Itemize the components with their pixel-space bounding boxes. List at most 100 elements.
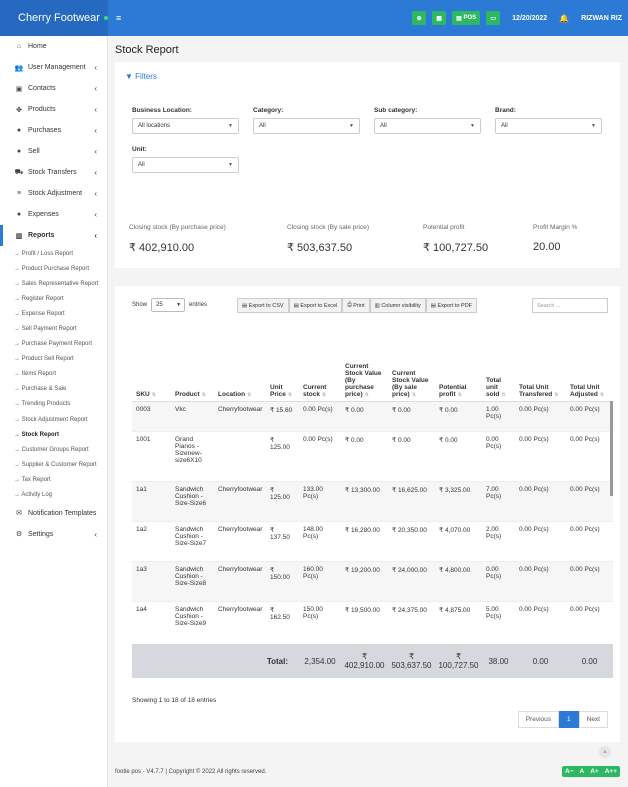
column-header-product[interactable]: Product ⇅: [171, 330, 214, 402]
sidebar-item-contacts[interactable]: ▣ Contacts ‹: [0, 78, 107, 99]
table-cell-total-unit-sold: 7.00 Pc(s): [482, 480, 515, 521]
sidebar-subitem-profit-loss-report[interactable]: → Profit / Loss Report: [0, 246, 107, 261]
sidebar-subitem-product-purchase-report[interactable]: → Product Purchase Report: [0, 261, 107, 276]
sidebar-subitem-stock-adjustment-report[interactable]: → Stock Adjustment Report: [0, 412, 107, 427]
pagination-page-1[interactable]: 1: [559, 711, 579, 728]
user-management-icon: 👥: [14, 64, 24, 72]
table-cell-location: [214, 430, 266, 481]
table-cell-total-unit-adjusted: 0.00 Pc(s): [566, 600, 613, 641]
search-input[interactable]: Search ...: [532, 298, 608, 313]
sidebar-subitem-sell-payment-report[interactable]: → Sell Payment Report: [0, 321, 107, 336]
subcategory-select[interactable]: All ▼: [374, 118, 481, 134]
sidebar-item-label: Sell: [28, 148, 40, 155]
entries-select[interactable]: 25 ▼: [151, 298, 186, 312]
column-header-label: Current Stock Value (By purchase price): [345, 362, 382, 398]
sidebar-item-reports[interactable]: ▥ Reports ‹: [0, 225, 107, 246]
sidebar-item-sell[interactable]: ● Sell ‹: [0, 141, 107, 162]
pagination-next[interactable]: Next: [578, 711, 608, 728]
sidebar-item-user-management[interactable]: 👥 User Management ‹: [0, 57, 107, 78]
sidebar-subitem-items-report[interactable]: → Items Report: [0, 367, 107, 382]
table-scroll-area[interactable]: SKU ⇅ Product ⇅ Location ⇅ Unit Price ⇅ Current …: [132, 330, 613, 644]
column-header-total-unit-adjusted[interactable]: Total Unit Adjusted ⇅: [566, 330, 613, 402]
font-increase-more-button[interactable]: A++: [602, 766, 620, 777]
sidebar-main-items: ⌂ Home 👥 User Management ‹ ▣ Contacts ‹ ✤ Product…: [0, 36, 107, 246]
entries-value: 25: [156, 302, 163, 308]
show-label: Show: [132, 302, 148, 308]
sidebar-subitem-expense-report[interactable]: → Expense Report: [0, 306, 107, 321]
font-increase-button[interactable]: A+: [587, 766, 602, 777]
sidebar-item-label: Notification Templates: [28, 509, 97, 517]
font-size-controls: A− A A+ A++: [562, 766, 620, 777]
bell-icon[interactable]: 🔔: [559, 14, 569, 23]
print-button[interactable]: ⎙ Print: [342, 298, 370, 313]
sidebar-subitem-tax-report[interactable]: → Tax Report: [0, 472, 107, 487]
stock-transfers-icon: ⛟: [14, 169, 24, 176]
sidebar-subitem-supplier-customer-report[interactable]: → Supplier & Customer Report: [0, 457, 107, 472]
unit-select[interactable]: All ▼: [132, 157, 239, 173]
sidebar-item-expenses[interactable]: ● Expenses ‹: [0, 204, 107, 225]
category-select[interactable]: All ▼: [253, 118, 360, 134]
quick-add-button[interactable]: ⊕: [412, 11, 427, 25]
table-row: 1a1 Sandwich Cushion - Size-Size6 Cherryfo…: [132, 480, 613, 521]
sidebar-item-home[interactable]: ⌂ Home: [0, 36, 107, 57]
location-select[interactable]: All locations ▼: [132, 118, 239, 134]
chevron-down-icon: ▼: [470, 123, 475, 129]
table-cell-current-stock-value-by-sale-price: ₹ 20,350.00: [388, 520, 435, 561]
column-header-current-stock-value-by-sale-price[interactable]: Current Stock Value (By sale price) ⇅: [388, 330, 435, 402]
export-pdf-button[interactable]: ▤ Export to PDF: [425, 298, 478, 313]
table-cell-potential-profit: ₹ 3,325.00: [435, 480, 482, 521]
table-cell-sku: 0003: [132, 400, 171, 431]
column-header-potential-profit[interactable]: Potential profit ⇅: [435, 330, 482, 402]
sort-icon: ⇅: [151, 391, 156, 398]
sidebar-item-notification-templates[interactable]: ✉ Notification Templates: [0, 503, 107, 524]
column-header-current-stock[interactable]: Current stock ⇅: [299, 330, 341, 402]
column-header-total-unit-transfered[interactable]: Total Unit Transfered ⇅: [515, 330, 566, 402]
font-reset-button[interactable]: A: [577, 766, 588, 777]
column-header-current-stock-value-by-purchase-price[interactable]: Current Stock Value (By purchase price) ⇅: [341, 330, 388, 402]
menu-toggle-icon[interactable]: ≡: [116, 13, 121, 23]
sidebar-subitem-activity-log[interactable]: → Activity Log: [0, 488, 107, 503]
sidebar-subitem-purchase-sale[interactable]: → Purchase & Sale: [0, 382, 107, 397]
sidebar-subitem-register-report[interactable]: → Register Report: [0, 291, 107, 306]
sidebar-item-settings[interactable]: ⚙ Settings ‹: [0, 524, 107, 545]
calculator-button[interactable]: ▦: [432, 11, 447, 25]
column-header-location[interactable]: Location ⇅: [214, 330, 266, 402]
sidebar-item-purchases[interactable]: ● Purchases ‹: [0, 120, 107, 141]
notification-templates-icon: ✉: [16, 510, 22, 518]
filter-location: Business Location: All locations ▼: [132, 107, 239, 134]
sidebar: ⌂ Home 👥 User Management ‹ ▣ Contacts ‹ ✤ Product…: [0, 36, 108, 787]
table-scrollbar[interactable]: [610, 401, 613, 496]
sidebar-item-products[interactable]: ✤ Products ‹: [0, 99, 107, 120]
brand-logo[interactable]: Cherry Footwear: [0, 0, 108, 36]
sidebar-subitem-purchase-payment-report[interactable]: → Purchase Payment Report: [0, 337, 107, 352]
sidebar-item-stock-adjustment[interactable]: ≡ Stock Adjustment ‹: [0, 183, 107, 204]
sort-icon: ⇅: [247, 391, 252, 398]
sidebar-item-stock-transfers[interactable]: ⛟ Stock Transfers ‹: [0, 162, 107, 183]
pagination-previous[interactable]: Previous: [517, 711, 559, 728]
column-header-sku[interactable]: SKU ⇅: [132, 330, 171, 402]
pos-button[interactable]: ▤ POS: [452, 11, 481, 25]
table-row: 1a3 Sandwich Cushion - Size-Size8 Cherryfo…: [132, 560, 613, 601]
table-cell-sku: 1a3: [132, 560, 171, 601]
column-header-unit-price[interactable]: Unit Price ⇅: [266, 330, 299, 402]
filter-icon: ▼: [125, 72, 133, 81]
user-menu[interactable]: RIZWAN RIZ: [581, 15, 622, 22]
table-cell-total-unit-sold: 1.00 Pc(s): [482, 400, 515, 431]
settings-icon: ⚙: [15, 531, 23, 539]
footer-copyright: footie pos - V4.7.7 | Copyright © 2022 A…: [115, 769, 267, 775]
today-profit-button[interactable]: ▭: [486, 11, 501, 25]
column-header-total-unit-sold[interactable]: Total unit sold ⇅: [482, 330, 515, 402]
sidebar-subitem-sales-representative-report[interactable]: → Sales Representative Report: [0, 276, 107, 291]
scroll-to-top-button[interactable]: ▲: [599, 746, 611, 758]
filters-toggle[interactable]: ▼ Filters: [125, 72, 157, 81]
brand-select[interactable]: All ▼: [495, 118, 602, 134]
sidebar-subitem-customer-groups-report[interactable]: → Customer Groups Report: [0, 442, 107, 457]
column-visibility-button[interactable]: ▥ Column visibility: [369, 298, 426, 313]
sidebar-subitem-stock-report[interactable]: → Stock Report: [0, 427, 107, 442]
sidebar-subitem-trending-products[interactable]: → Trending Products: [0, 397, 107, 412]
export-csv-button[interactable]: ▤ Export to CSV: [237, 298, 289, 313]
export-excel-button[interactable]: ▤ Export to Excel: [288, 298, 343, 313]
table-row: 1a4 Sandwich Cushion - Size-Size9 Cherryfo…: [132, 600, 613, 641]
font-decrease-button[interactable]: A−: [562, 766, 577, 777]
sidebar-subitem-product-sell-report[interactable]: → Product Sell Report: [0, 352, 107, 367]
